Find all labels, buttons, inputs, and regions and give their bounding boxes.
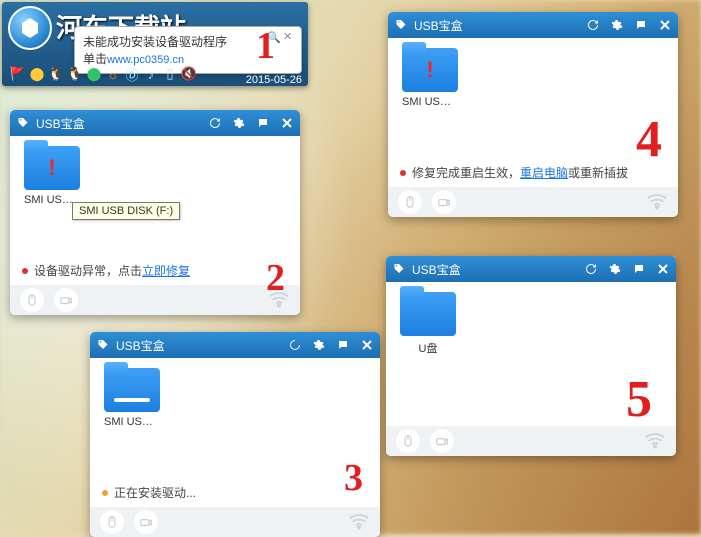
disk-item[interactable]: SMI USB ... bbox=[104, 368, 160, 428]
tray-battery-icon[interactable]: ▯ bbox=[162, 66, 178, 82]
window-title: USB宝盒 bbox=[36, 115, 85, 132]
tray-flag-icon[interactable]: 🚩 bbox=[10, 66, 26, 82]
gear-icon[interactable] bbox=[608, 262, 622, 276]
disk-item[interactable]: SMI USB ... bbox=[24, 146, 80, 206]
titlebar[interactable]: USB宝盒 bbox=[10, 110, 300, 136]
disk-label: SMI USB ... bbox=[402, 96, 458, 108]
mouse-icon[interactable] bbox=[398, 190, 422, 214]
titlebar[interactable]: USB宝盒 bbox=[90, 332, 380, 358]
disk-item[interactable]: U盘 bbox=[400, 292, 456, 356]
usb-window-4: USB宝盒 SMI USB ... 修复完成重启生效，重启电脑或重新插拔 bbox=[388, 12, 678, 217]
annotation-1: 1 bbox=[256, 24, 275, 68]
loading-icon bbox=[288, 338, 302, 352]
window-footer bbox=[388, 187, 678, 217]
tray-volume-icon[interactable]: 🔇 bbox=[181, 66, 197, 82]
folder-icon bbox=[400, 292, 456, 336]
tag-icon bbox=[96, 338, 110, 352]
annotation-4: 4 bbox=[636, 110, 662, 169]
balloon-title: 未能成功安装设备驱动程序 bbox=[83, 33, 277, 50]
folder-icon bbox=[104, 368, 160, 412]
status-bar: 修复完成重启生效，重启电脑或重新插拔 bbox=[388, 158, 678, 187]
wifi-icon[interactable] bbox=[646, 192, 668, 213]
status-dot-red bbox=[400, 170, 406, 176]
window-footer bbox=[10, 285, 300, 315]
camera-icon[interactable] bbox=[432, 190, 456, 214]
mouse-icon[interactable] bbox=[396, 429, 420, 453]
camera-icon[interactable] bbox=[54, 288, 78, 312]
titlebar[interactable]: USB宝盒 bbox=[386, 256, 676, 282]
gear-icon[interactable] bbox=[232, 116, 246, 130]
status-bar: 正在安装驱动... bbox=[90, 478, 380, 507]
close-icon[interactable] bbox=[656, 262, 670, 276]
window-footer bbox=[386, 426, 676, 456]
folder-warning-icon bbox=[402, 48, 458, 92]
status-text-post: 或重新插拔 bbox=[568, 166, 628, 180]
disk-tooltip: SMI USB DISK (F:) bbox=[72, 202, 180, 220]
folder-warning-icon bbox=[24, 146, 80, 190]
tray-music-icon[interactable]: ⬤ bbox=[86, 66, 102, 82]
wifi-icon[interactable] bbox=[644, 431, 666, 452]
status-dot-orange bbox=[102, 490, 108, 496]
tray-sun-icon[interactable]: ☼ bbox=[105, 66, 121, 82]
camera-icon[interactable] bbox=[430, 429, 454, 453]
balloon-close-icon[interactable]: ✕ bbox=[283, 31, 295, 43]
window-title: USB宝盒 bbox=[116, 337, 165, 354]
close-icon[interactable] bbox=[658, 18, 672, 32]
fix-now-link[interactable]: 立即修复 bbox=[142, 264, 190, 278]
chat-icon[interactable] bbox=[336, 338, 350, 352]
tray-shield-icon[interactable]: ⬤ bbox=[29, 66, 45, 82]
titlebar[interactable]: USB宝盒 bbox=[388, 12, 678, 38]
tray-penguin-icon[interactable]: 🐧 bbox=[48, 66, 64, 82]
tag-icon bbox=[16, 116, 30, 130]
restart-link[interactable]: 重启电脑 bbox=[520, 166, 568, 180]
mouse-icon[interactable] bbox=[100, 510, 124, 534]
refresh-icon[interactable] bbox=[208, 116, 222, 130]
tag-icon bbox=[394, 18, 408, 32]
wifi-icon[interactable] bbox=[348, 512, 370, 533]
tag-icon bbox=[392, 262, 406, 276]
status-dot-red bbox=[22, 268, 28, 274]
tray-penguin-icon-2[interactable]: 🐧 bbox=[67, 66, 83, 82]
annotation-2: 2 bbox=[266, 256, 285, 300]
tray-g-icon[interactable]: ♪ bbox=[143, 66, 159, 82]
status-bar: 设备驱动异常，点击立即修复 bbox=[10, 256, 300, 285]
camera-icon[interactable] bbox=[134, 510, 158, 534]
refresh-icon[interactable] bbox=[586, 18, 600, 32]
status-text: 设备驱动异常，点击 bbox=[34, 264, 142, 278]
tray-d-icon[interactable]: Ⓓ bbox=[124, 66, 140, 82]
close-icon[interactable] bbox=[360, 338, 374, 352]
window-footer bbox=[90, 507, 380, 537]
disk-label: SMI USB ... bbox=[104, 416, 160, 428]
site-logo bbox=[8, 6, 52, 50]
chat-icon[interactable] bbox=[256, 116, 270, 130]
window-title: USB宝盒 bbox=[412, 261, 461, 278]
disk-item[interactable]: SMI USB ... bbox=[402, 48, 458, 108]
disk-label: U盘 bbox=[400, 340, 456, 356]
close-icon[interactable] bbox=[280, 116, 294, 130]
gear-icon[interactable] bbox=[312, 338, 326, 352]
annotation-3: 3 bbox=[344, 456, 363, 500]
refresh-icon[interactable] bbox=[584, 262, 598, 276]
chat-icon[interactable] bbox=[634, 18, 648, 32]
status-text-pre: 修复完成重启生效， bbox=[412, 166, 520, 180]
usb-window-3: USB宝盒 SMI USB ... 正在安装驱动... bbox=[90, 332, 380, 537]
annotation-5: 5 bbox=[626, 370, 652, 429]
window-title: USB宝盒 bbox=[414, 17, 463, 34]
mouse-icon[interactable] bbox=[20, 288, 44, 312]
gear-icon[interactable] bbox=[610, 18, 624, 32]
chat-icon[interactable] bbox=[632, 262, 646, 276]
status-text: 正在安装驱动... bbox=[114, 484, 196, 501]
